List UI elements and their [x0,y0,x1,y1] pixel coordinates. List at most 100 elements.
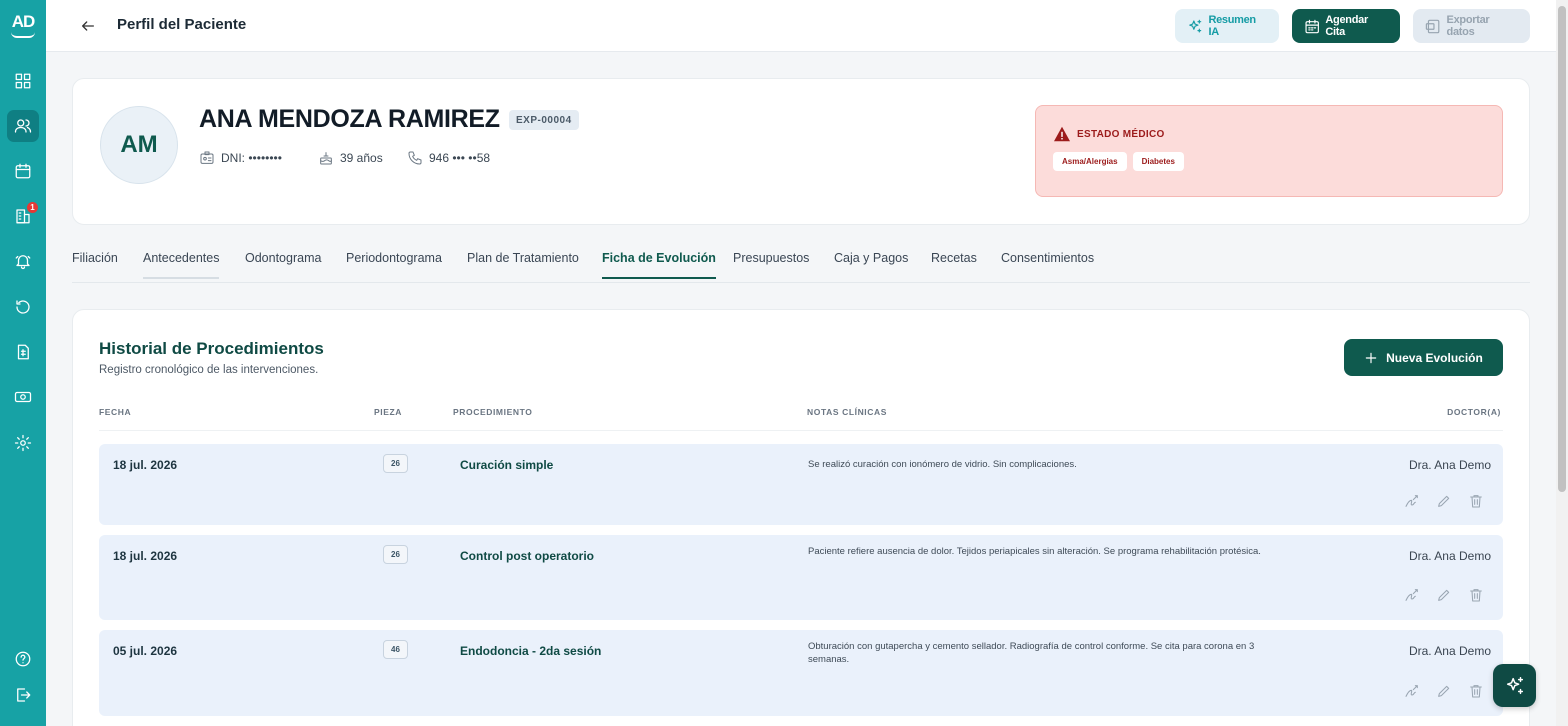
back-button[interactable] [78,16,98,36]
export-data-button[interactable]: Exportar datos [1413,9,1530,43]
column-header-date: FECHA [99,407,132,417]
tab-recetas[interactable]: Recetas [931,251,977,277]
scrollbar-thumb[interactable] [1558,6,1566,492]
gear-icon [14,434,32,452]
row-notes: Se realizó curación con ionómero de vidr… [808,459,1077,470]
row-procedure: Control post operatorio [460,549,594,563]
patient-name: ANA MENDOZA RAMIREZ [199,105,500,133]
delete-button[interactable] [1467,492,1485,510]
grid-icon [15,73,31,89]
table-row: 05 jul. 2026 46 Endodoncia - 2da sesión … [99,630,1503,716]
row-procedure: Endodoncia - 2da sesión [460,644,602,658]
sidebar-item-patients[interactable] [7,110,39,142]
tab-periodontograma[interactable]: Periodontograma [346,251,442,277]
patient-card: AM ANA MENDOZA RAMIREZ EXP-00004 DNI: ••… [72,78,1530,225]
section-subtitle: Registro cronológico de las intervencion… [99,364,319,376]
history-icon [16,300,30,314]
patient-phone: 946 ••• ••58 [407,150,490,166]
row-piece-badge: 26 [383,454,408,473]
delete-button[interactable] [1467,682,1485,700]
row-date: 18 jul. 2026 [113,549,178,563]
edit-button[interactable] [1435,682,1453,700]
evolution-history-card: Historial de Procedimientos Registro cro… [72,309,1530,726]
medical-tag: Diabetes [1132,152,1184,171]
top-bar: Perfil del Paciente Resumen IA Agendar C… [46,0,1556,52]
sidebar-item-calendar[interactable] [7,155,39,187]
patient-dni-value: DNI: •••••••• [221,151,282,165]
sidebar-item-invoices[interactable] [7,336,39,368]
new-evolution-button[interactable]: Nueva Evolución [1344,339,1503,376]
patient-age-value: 39 años [340,151,383,165]
medical-tags: Asma/Alergias Diabetes [1053,152,1184,171]
ai-summary-button[interactable]: Resumen IA [1175,9,1279,43]
sign-button[interactable] [1403,682,1421,700]
page-scrollbar[interactable] [1556,0,1568,726]
page-title: Perfil del Paciente [117,16,247,33]
help-icon [15,651,31,667]
sidebar-item-help[interactable] [7,643,39,675]
row-procedure: Curación simple [460,458,554,472]
row-actions [1403,492,1485,510]
table-row: 18 jul. 2026 26 Control post operatorio … [99,535,1503,620]
edit-button[interactable] [1435,492,1453,510]
row-notes: Paciente refiere ausencia de dolor. Teji… [808,546,1261,557]
pencil-icon [1438,589,1450,601]
avatar: AM [100,106,178,184]
logout-icon [17,688,31,702]
tab-ficha-evolucion[interactable]: Ficha de Evolución [602,251,716,279]
medical-status-label: ESTADO MÉDICO [1077,128,1165,140]
column-header-doctor: DOCTOR(A) [1447,407,1501,417]
header-divider [99,430,1503,431]
tab-filiacion[interactable]: Filiación [72,251,118,277]
column-header-notes: NOTAS CLÍNICAS [807,407,888,417]
new-evolution-label: Nueva Evolución [1386,350,1483,365]
sidebar-item-payments[interactable] [7,381,39,413]
ai-assistant-button[interactable] [1493,664,1536,707]
trash-icon [1470,495,1482,508]
calendar-icon [15,163,31,179]
tab-odontograma[interactable]: Odontograma [245,251,321,277]
schedule-appointment-button[interactable]: Agendar Cita [1292,9,1400,43]
tab-presupuestos[interactable]: Presupuestos [733,251,809,277]
medical-tag: Asma/Alergias [1053,152,1127,171]
ai-summary-label: Resumen IA [1208,14,1256,38]
sidebar-item-history[interactable] [7,291,39,323]
row-doctor: Dra. Ana Demo [1408,549,1491,563]
sign-button[interactable] [1403,586,1421,604]
export-data-label: Exportar datos [1446,14,1490,38]
sign-button[interactable] [1403,492,1421,510]
row-notes: Obturación con gutapercha y cemento sell… [808,641,1255,665]
signature-icon [1405,495,1418,507]
notification-badge: 1 [27,202,38,213]
plus-icon [1365,352,1377,363]
medical-status-title: ESTADO MÉDICO [1053,126,1165,142]
sidebar-item-dashboard[interactable] [7,65,39,97]
table-row: 18 jul. 2026 26 Curación simple Se reali… [99,444,1503,525]
section-title: Historial de Procedimientos [99,339,324,358]
sidebar-item-logout[interactable] [7,679,39,711]
cake-icon [320,152,332,165]
tab-caja-pagos[interactable]: Caja y Pagos [834,251,908,277]
row-doctor: Dra. Ana Demo [1408,644,1491,658]
trash-icon [1470,685,1482,698]
signature-icon [1405,589,1418,601]
sidebar-item-settings[interactable] [7,427,39,459]
sidebar-item-clinic[interactable]: 1 [7,200,39,232]
pencil-icon [1438,685,1450,697]
delete-button[interactable] [1467,586,1485,604]
invoice-icon [17,344,29,360]
cash-icon [14,391,32,403]
sidebar: AD 1 [0,0,46,726]
sidebar-item-alerts[interactable] [7,245,39,277]
tab-consentimientos[interactable]: Consentimientos [1001,251,1094,277]
row-actions [1403,682,1485,700]
tab-antecedentes[interactable]: Antecedentes [143,251,220,279]
logo-smile-icon [11,32,35,38]
edit-button[interactable] [1435,586,1453,604]
tab-plan-tratamiento[interactable]: Plan de Tratamiento [467,251,579,277]
bell-icon [15,255,31,270]
column-header-piece: PIEZA [374,407,403,417]
patient-phone-value: 946 ••• ••58 [429,151,491,165]
record-number-badge: EXP-00004 [509,110,579,130]
users-icon [14,119,32,133]
